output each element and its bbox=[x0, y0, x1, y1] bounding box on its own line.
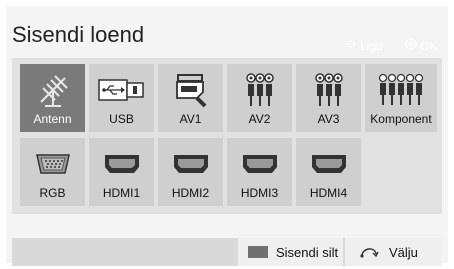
move-hint: Ligu bbox=[345, 38, 383, 53]
input-label: HDMI3 bbox=[240, 186, 279, 200]
antenna-icon bbox=[20, 70, 85, 110]
rca-av-icon bbox=[296, 70, 361, 110]
input-label: AV1 bbox=[179, 112, 202, 126]
input-label-button[interactable]: Sisendi silt bbox=[238, 238, 343, 266]
ok-circle-icon bbox=[405, 38, 417, 53]
input-tile-hdmi1[interactable]: HDMI1 bbox=[89, 138, 154, 206]
input-label-button-text: Sisendi silt bbox=[276, 244, 339, 260]
input-tile-komponent[interactable]: Komponent bbox=[365, 64, 437, 132]
scart-icon bbox=[158, 70, 223, 110]
input-tile-av1[interactable]: AV1 bbox=[158, 64, 223, 132]
input-label: HDMI2 bbox=[171, 186, 210, 200]
input-tile-av3[interactable]: AV3 bbox=[296, 64, 361, 132]
input-label: Komponent bbox=[370, 112, 432, 126]
move-hint-label: Ligu bbox=[360, 38, 383, 53]
input-label: USB bbox=[109, 112, 134, 126]
input-label: AV2 bbox=[248, 112, 271, 126]
hdmi-icon bbox=[296, 144, 361, 184]
exit-button-text: Välju bbox=[389, 244, 418, 260]
input-label: AV3 bbox=[317, 112, 340, 126]
ok-hint: OK bbox=[405, 38, 437, 53]
input-tile-antenn[interactable]: Antenn bbox=[20, 64, 85, 132]
vga-icon bbox=[20, 144, 85, 184]
input-tile-av2[interactable]: AV2 bbox=[227, 64, 292, 132]
hdmi-icon bbox=[89, 144, 154, 184]
input-tile-hdmi3[interactable]: HDMI3 bbox=[227, 138, 292, 206]
input-label: HDMI4 bbox=[309, 186, 348, 200]
gray-key-icon bbox=[248, 246, 268, 258]
input-label: HDMI1 bbox=[102, 186, 141, 200]
page-title: Sisendi loend bbox=[12, 22, 145, 47]
input-label: Antenn bbox=[33, 112, 72, 126]
back-return-icon bbox=[359, 244, 379, 261]
input-tile-hdmi2[interactable]: HDMI2 bbox=[158, 138, 223, 206]
exit-button[interactable]: Välju bbox=[345, 238, 442, 266]
move-arrows-icon bbox=[345, 38, 357, 53]
input-tile-usb[interactable]: USB bbox=[89, 64, 154, 132]
component-icon bbox=[365, 70, 437, 110]
usb-icon bbox=[89, 70, 154, 110]
input-label: RGB bbox=[39, 186, 66, 200]
input-tile-rgb[interactable]: RGB bbox=[20, 138, 85, 206]
hdmi-icon bbox=[227, 144, 292, 184]
input-tile-hdmi4[interactable]: HDMI4 bbox=[296, 138, 361, 206]
ok-hint-label: OK bbox=[420, 38, 438, 53]
hdmi-icon bbox=[158, 144, 223, 184]
rca-av-icon bbox=[227, 70, 292, 110]
